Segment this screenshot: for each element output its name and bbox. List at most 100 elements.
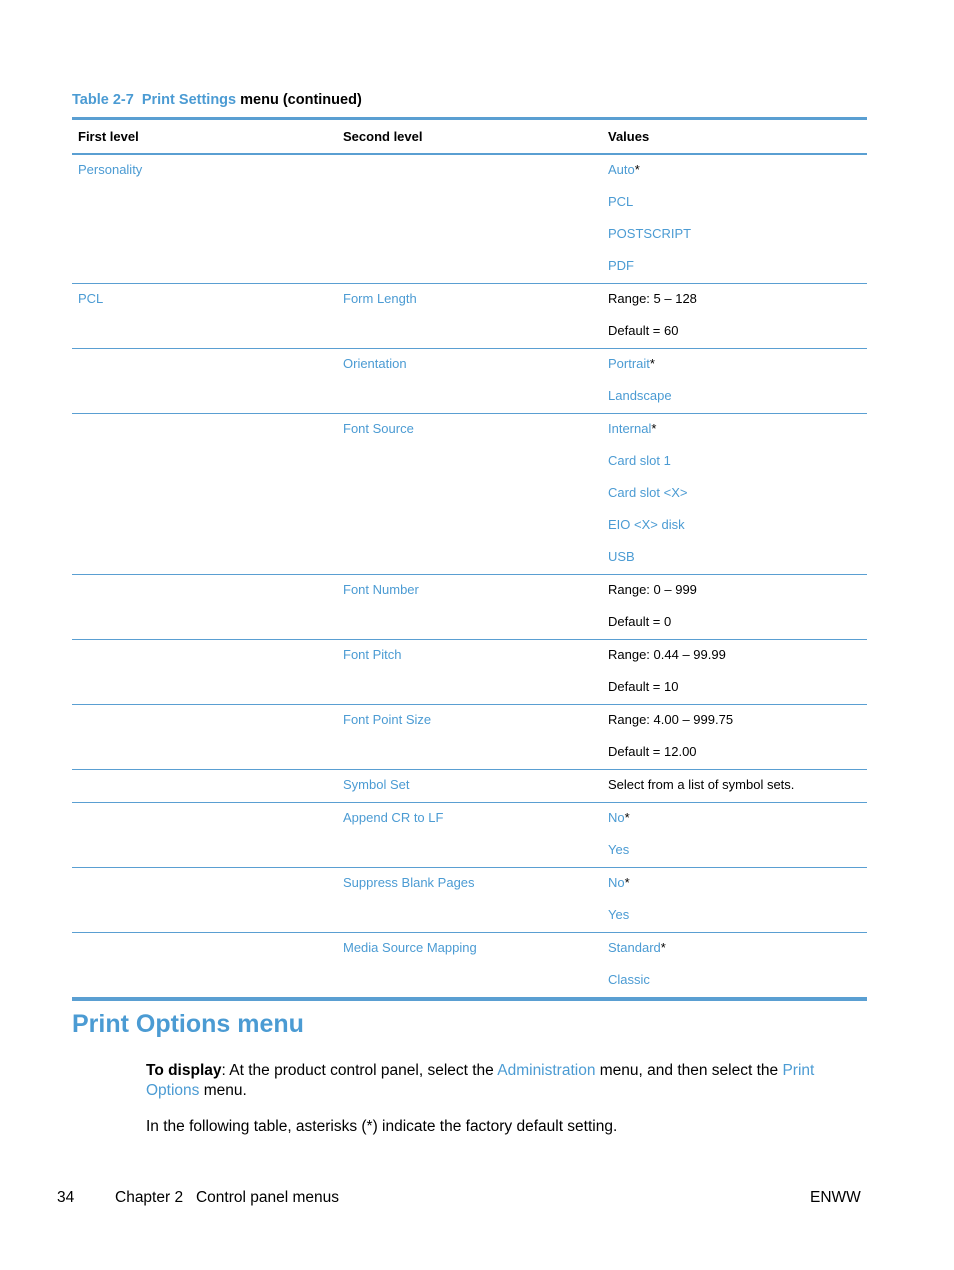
default-marker: * (649, 356, 655, 371)
second-level-item[interactable]: Symbol Set (343, 770, 596, 802)
default-marker: * (651, 421, 657, 436)
first-level-item (78, 640, 331, 672)
first-level-cell (72, 704, 337, 770)
value-text[interactable]: USB (608, 549, 635, 564)
first-level-cell (72, 932, 337, 1001)
value-text[interactable]: PCL (608, 194, 633, 209)
to-display-label: To display (146, 1062, 222, 1079)
value-item[interactable]: Yes (608, 900, 861, 932)
table-row: Font Point Size Range: 4.00 – 999.75 Defau… (72, 704, 867, 770)
value-item: Range: 0.44 – 99.99 (608, 640, 861, 672)
value-item[interactable]: No* (608, 803, 861, 835)
value-text[interactable]: PDF (608, 258, 634, 273)
table-row: Font Pitch Range: 0.44 – 99.99 Default = 1… (72, 639, 867, 705)
value-text[interactable]: Portrait (608, 356, 650, 371)
table-caption-suffix: menu (continued) (240, 92, 362, 108)
value-item[interactable]: Auto* (608, 155, 861, 187)
second-level-cell: Form Length (337, 283, 602, 349)
table-row: Append CR to LF No* Yes (72, 802, 867, 868)
value-item: Range: 5 – 128 (608, 284, 861, 316)
administration-link[interactable]: Administration (497, 1062, 595, 1079)
first-level-item (78, 705, 331, 737)
value-text[interactable]: Yes (608, 842, 629, 857)
values-cell: Range: 4.00 – 999.75 Default = 12.00 (602, 704, 867, 770)
value-text[interactable]: Standard (608, 940, 661, 955)
first-level-cell (72, 769, 337, 803)
value-text[interactable]: Card slot <X> (608, 485, 688, 500)
second-level-cell: Media Source Mapping (337, 932, 602, 1001)
value-text[interactable]: Classic (608, 972, 650, 987)
values-cell: Internal* Card slot 1 Card slot <X> EIO <X>… (602, 413, 867, 575)
first-level-item (78, 575, 331, 607)
second-level-cell: Font Source (337, 413, 602, 575)
value-item[interactable]: Landscape (608, 381, 861, 413)
second-level-item[interactable]: Media Source Mapping (343, 933, 596, 965)
value-text[interactable]: Landscape (608, 388, 672, 403)
table-row: Orientation Portrait* Landscape (72, 348, 867, 414)
value-item[interactable]: EIO <X> disk (608, 510, 861, 542)
paragraph-text: menu, and then select the (595, 1062, 783, 1079)
value-text[interactable]: Card slot 1 (608, 453, 671, 468)
values-cell: Standard* Classic (602, 932, 867, 1001)
values-cell: Select from a list of symbol sets. (602, 769, 867, 803)
table-row: Personality Auto* PCL POSTSCRIPT PDF (72, 154, 867, 284)
value-text[interactable]: POSTSCRIPT (608, 226, 691, 241)
first-level-cell: Personality (72, 154, 337, 284)
chapter-title: Chapter 2 Control panel menus (115, 1189, 340, 1206)
value-item[interactable]: Internal* (608, 414, 861, 446)
value-text[interactable]: No (608, 810, 625, 825)
value-item[interactable]: Yes (608, 835, 861, 867)
value-item[interactable]: Classic (608, 965, 861, 997)
values-cell: No* Yes (602, 867, 867, 933)
value-item[interactable]: Portrait* (608, 349, 861, 381)
value-item[interactable]: PCL (608, 187, 861, 219)
second-level-item[interactable]: Font Number (343, 575, 596, 607)
first-level-cell (72, 639, 337, 705)
table-row: PCL Form Length Range: 5 – 128 Default = 60 (72, 283, 867, 349)
value-item: Range: 4.00 – 999.75 (608, 705, 861, 737)
second-level-cell: Orientation (337, 348, 602, 414)
value-item[interactable]: Card slot <X> (608, 478, 861, 510)
default-marker: * (624, 810, 630, 825)
table-row: Font Number Range: 0 – 999 Default = 0 (72, 574, 867, 640)
default-marker: * (634, 162, 640, 177)
value-item[interactable]: PDF (608, 251, 861, 283)
value-text: Default = 60 (608, 323, 679, 338)
value-text: Default = 0 (608, 614, 672, 629)
value-text: Default = 12.00 (608, 744, 697, 759)
value-item: Default = 60 (608, 316, 861, 348)
second-level-item[interactable]: Append CR to LF (343, 803, 596, 835)
default-marker: * (624, 875, 630, 890)
second-level-item[interactable]: Form Length (343, 284, 596, 316)
value-text[interactable]: Yes (608, 907, 629, 922)
second-level-item[interactable]: Orientation (343, 349, 596, 381)
second-level-cell: Symbol Set (337, 769, 602, 803)
table-row: Suppress Blank Pages No* Yes (72, 867, 867, 933)
second-level-item[interactable]: Font Source (343, 414, 596, 446)
first-level-item[interactable]: Personality (78, 155, 331, 187)
values-cell: Range: 0.44 – 99.99 Default = 10 (602, 639, 867, 705)
first-level-cell (72, 348, 337, 414)
second-level-cell: Append CR to LF (337, 802, 602, 868)
value-text: Range: 5 – 128 (608, 291, 697, 306)
value-item[interactable]: POSTSCRIPT (608, 219, 861, 251)
value-text[interactable]: Internal (608, 421, 651, 436)
paragraph-text: menu. (199, 1082, 247, 1099)
first-level-cell (72, 867, 337, 933)
second-level-item[interactable]: Suppress Blank Pages (343, 868, 596, 900)
value-item[interactable]: Standard* (608, 933, 861, 965)
value-text[interactable]: Auto (608, 162, 635, 177)
value-item[interactable]: Card slot 1 (608, 446, 861, 478)
first-level-item[interactable]: PCL (78, 284, 331, 316)
table-body: Personality Auto* PCL POSTSCRIPT PDF PCL Form … (72, 154, 867, 1001)
table-id: Table 2-7 (72, 92, 134, 108)
second-level-item[interactable]: Font Point Size (343, 705, 596, 737)
value-item: Select from a list of symbol sets. (608, 770, 861, 802)
first-level-item (78, 933, 331, 965)
value-text[interactable]: EIO <X> disk (608, 517, 685, 532)
second-level-item[interactable]: Font Pitch (343, 640, 596, 672)
value-item[interactable]: No* (608, 868, 861, 900)
default-marker: * (660, 940, 666, 955)
value-text[interactable]: No (608, 875, 625, 890)
value-item[interactable]: USB (608, 542, 861, 574)
